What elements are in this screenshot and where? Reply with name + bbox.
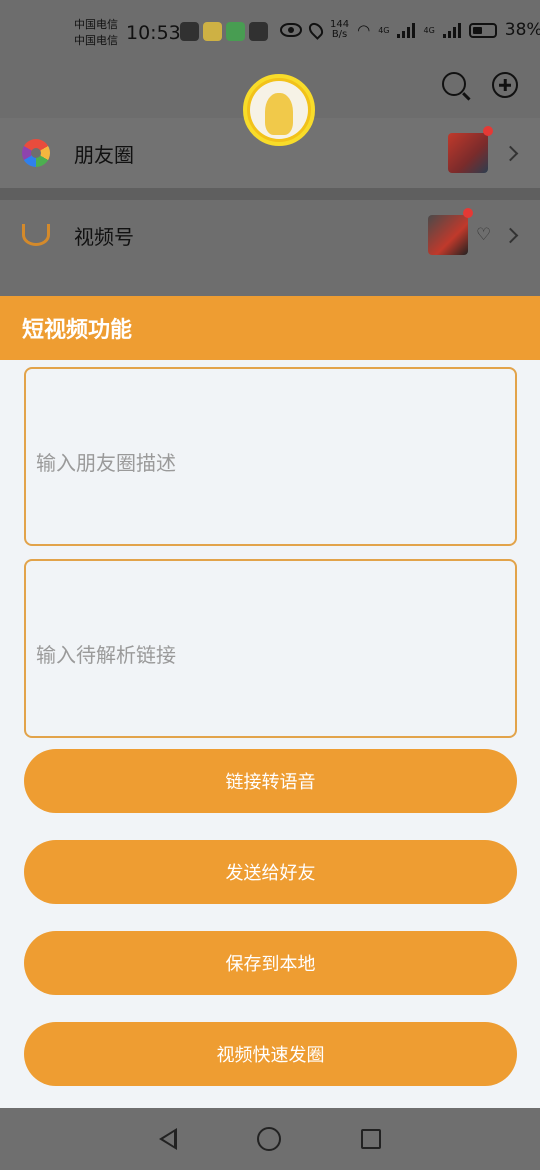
- moments-icon: [22, 139, 50, 167]
- network-type-2: 4G: [423, 25, 435, 35]
- carrier-1: 中国电信: [74, 18, 118, 31]
- moments-label: 朋友圈: [74, 142, 134, 167]
- panel-title: 短视频功能: [0, 296, 540, 360]
- carrier-label: 中国电信 中国电信: [74, 17, 118, 49]
- channels-thumbnail: [428, 215, 468, 255]
- back-icon[interactable]: [159, 1128, 177, 1150]
- search-icon[interactable]: [442, 72, 466, 96]
- network-type-1: 4G: [378, 25, 390, 35]
- add-icon[interactable]: [492, 72, 518, 98]
- status-indicators: 144 B/s ◠ 4G 4G 38%: [280, 20, 540, 40]
- partial-row: [0, 270, 540, 296]
- background-app: 中国电信 中国电信 10:53 144 B/s ◠ 4G 4G 38% 朋友圈 …: [0, 0, 540, 296]
- chevron-right-icon: [502, 145, 519, 161]
- link-input[interactable]: [24, 559, 517, 738]
- channels-label: 视频号: [74, 224, 134, 249]
- divider: [0, 188, 540, 200]
- heart-icon: ♡: [476, 225, 492, 245]
- avatar-image: [250, 81, 308, 139]
- description-input[interactable]: [24, 367, 517, 546]
- status-bar: 中国电信 中国电信 10:53 144 B/s ◠ 4G 4G 38%: [0, 0, 540, 64]
- wifi-icon: ◠: [357, 21, 371, 39]
- battery-level: 38%: [504, 20, 540, 40]
- signal-icon: [442, 22, 461, 38]
- chick-icon: [265, 93, 293, 135]
- signal-icon: [397, 22, 416, 38]
- chevron-right-icon: [502, 227, 519, 243]
- app-notification-icon: [203, 22, 222, 41]
- save-local-button[interactable]: 保存到本地: [24, 931, 517, 995]
- network-speed: 144 B/s: [330, 20, 349, 40]
- speed-unit: B/s: [331, 29, 348, 40]
- notification-icons: [180, 22, 268, 41]
- app-notification-icon: [226, 22, 245, 41]
- wechat-icon: [180, 22, 199, 41]
- eye-icon: [280, 23, 302, 37]
- system-nav-bar: [0, 1108, 540, 1170]
- floating-avatar[interactable]: [243, 74, 315, 146]
- wechat-icon: [249, 22, 268, 41]
- battery-icon: [468, 22, 497, 38]
- carrier-2: 中国电信: [74, 34, 118, 47]
- channels-row[interactable]: 视频号 ♡: [0, 200, 540, 270]
- link-to-voice-button[interactable]: 链接转语音: [24, 749, 517, 813]
- channels-icon: [22, 224, 50, 246]
- unread-dot: [483, 126, 493, 136]
- home-icon[interactable]: [257, 1127, 281, 1151]
- unread-dot: [463, 208, 473, 218]
- quick-post-button[interactable]: 视频快速发圈: [24, 1022, 517, 1086]
- send-to-friend-button[interactable]: 发送给好友: [24, 840, 517, 904]
- header-actions: [442, 72, 518, 98]
- recent-apps-icon[interactable]: [361, 1129, 381, 1149]
- status-time: 10:53: [126, 22, 181, 44]
- location-icon: [306, 20, 326, 40]
- moments-thumbnail: [448, 133, 488, 173]
